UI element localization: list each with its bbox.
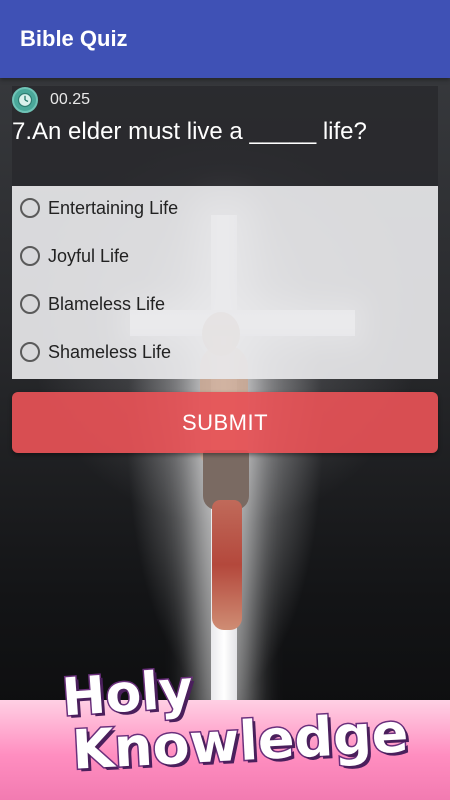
options-panel: Entertaining Life Joyful Life Blameless … [12, 186, 438, 379]
radio-button[interactable] [20, 246, 40, 266]
option-joyful-life[interactable]: Joyful Life [20, 240, 420, 272]
figure-legs [212, 500, 242, 630]
radio-button[interactable] [20, 294, 40, 314]
question-text: 7.An elder must live a _____ life? [12, 118, 367, 145]
option-label: Entertaining Life [48, 197, 179, 218]
radio-button[interactable] [20, 198, 40, 218]
option-blameless-life[interactable]: Blameless Life [20, 288, 420, 320]
question-panel: 00.25 7.An elder must live a _____ life? [12, 86, 438, 186]
timer-value: 00.25 [50, 91, 91, 108]
option-label: Shameless Life [48, 341, 172, 362]
app-title: Bible Quiz [20, 26, 128, 51]
option-label: Joyful Life [48, 245, 130, 266]
radio-button[interactable] [20, 342, 40, 362]
clock-icon [12, 87, 38, 113]
option-label: Blameless Life [48, 293, 166, 314]
option-entertaining-life[interactable]: Entertaining Life [20, 192, 420, 224]
submit-button[interactable]: SUBMIT [12, 392, 438, 453]
option-shameless-life[interactable]: Shameless Life [20, 336, 420, 368]
app-bar: Bible Quiz [0, 0, 450, 78]
